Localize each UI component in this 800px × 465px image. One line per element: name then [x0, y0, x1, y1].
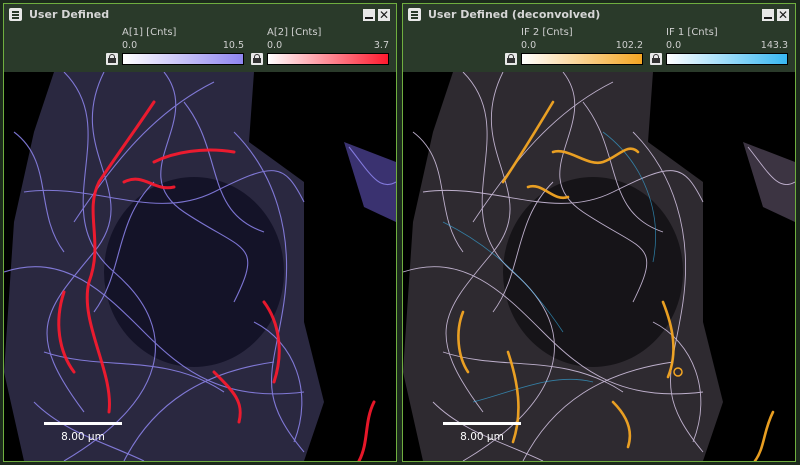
- cell-body: [4, 72, 396, 461]
- minimize-icon[interactable]: [363, 9, 375, 21]
- menu-icon[interactable]: [9, 8, 22, 21]
- window-title: User Defined (deconvolved): [428, 8, 601, 21]
- channel-name: IF 1 [Cnts]: [666, 27, 718, 38]
- channel-min: 0.0: [122, 40, 138, 51]
- lock-icon[interactable]: [251, 53, 263, 65]
- channel-lut-1[interactable]: IF 2 [Cnts] 0.0 102.2: [503, 26, 643, 72]
- channel-lut-header: IF 2 [Cnts] 0.0 102.2 IF 1 [Cnts] 0.0 14…: [403, 26, 795, 72]
- scale-bar: [44, 422, 122, 425]
- minimize-icon[interactable]: [762, 9, 774, 21]
- channel-lut-1[interactable]: A[1] [Cnts] 0.0 10.5: [104, 26, 244, 72]
- close-icon[interactable]: ✕: [777, 9, 789, 21]
- window-titlebar[interactable]: User Defined (deconvolved) ✕: [403, 4, 795, 26]
- image-window-left[interactable]: User Defined ✕ A[1] [Cnts] 0.0 10.5 A[2]…: [3, 3, 397, 462]
- channel-name: IF 2 [Cnts]: [521, 27, 573, 38]
- scale-bar-label: 8.00 µm: [61, 431, 105, 443]
- window-titlebar[interactable]: User Defined ✕: [4, 4, 396, 26]
- window-title: User Defined: [29, 8, 110, 21]
- lock-icon[interactable]: [650, 53, 662, 65]
- channel-min: 0.0: [666, 40, 682, 51]
- channel-max: 3.7: [373, 40, 389, 51]
- channel-max: 10.5: [222, 40, 244, 51]
- lut-gradient-bar[interactable]: [122, 53, 244, 65]
- channel-min: 0.0: [267, 40, 283, 51]
- scale-bar-label: 8.00 µm: [460, 431, 504, 443]
- cell-fluorescence-image: [403, 72, 795, 461]
- lock-icon[interactable]: [505, 53, 517, 65]
- channel-max: 102.2: [615, 40, 643, 51]
- lock-icon[interactable]: [106, 53, 118, 65]
- menu-icon[interactable]: [408, 8, 421, 21]
- cell-fluorescence-image: [4, 72, 396, 461]
- channel-lut-2[interactable]: IF 1 [Cnts] 0.0 143.3: [648, 26, 788, 72]
- cell-body: [403, 72, 795, 461]
- lut-gradient-bar[interactable]: [521, 53, 643, 65]
- channel-lut-2[interactable]: A[2] [Cnts] 0.0 3.7: [249, 26, 389, 72]
- scale-bar: [443, 422, 521, 425]
- lut-gradient-bar[interactable]: [666, 53, 788, 65]
- microscopy-image[interactable]: 8.00 µm: [4, 72, 396, 461]
- channel-name: A[2] [Cnts]: [267, 27, 322, 38]
- channel-name: A[1] [Cnts]: [122, 27, 177, 38]
- close-icon[interactable]: ✕: [378, 9, 390, 21]
- image-window-right[interactable]: User Defined (deconvolved) ✕ IF 2 [Cnts]…: [402, 3, 796, 462]
- channel-lut-header: A[1] [Cnts] 0.0 10.5 A[2] [Cnts] 0.0 3.7: [4, 26, 396, 72]
- microscopy-image[interactable]: 8.00 µm: [403, 72, 795, 461]
- channel-max: 143.3: [760, 40, 788, 51]
- lut-gradient-bar[interactable]: [267, 53, 389, 65]
- channel-min: 0.0: [521, 40, 537, 51]
